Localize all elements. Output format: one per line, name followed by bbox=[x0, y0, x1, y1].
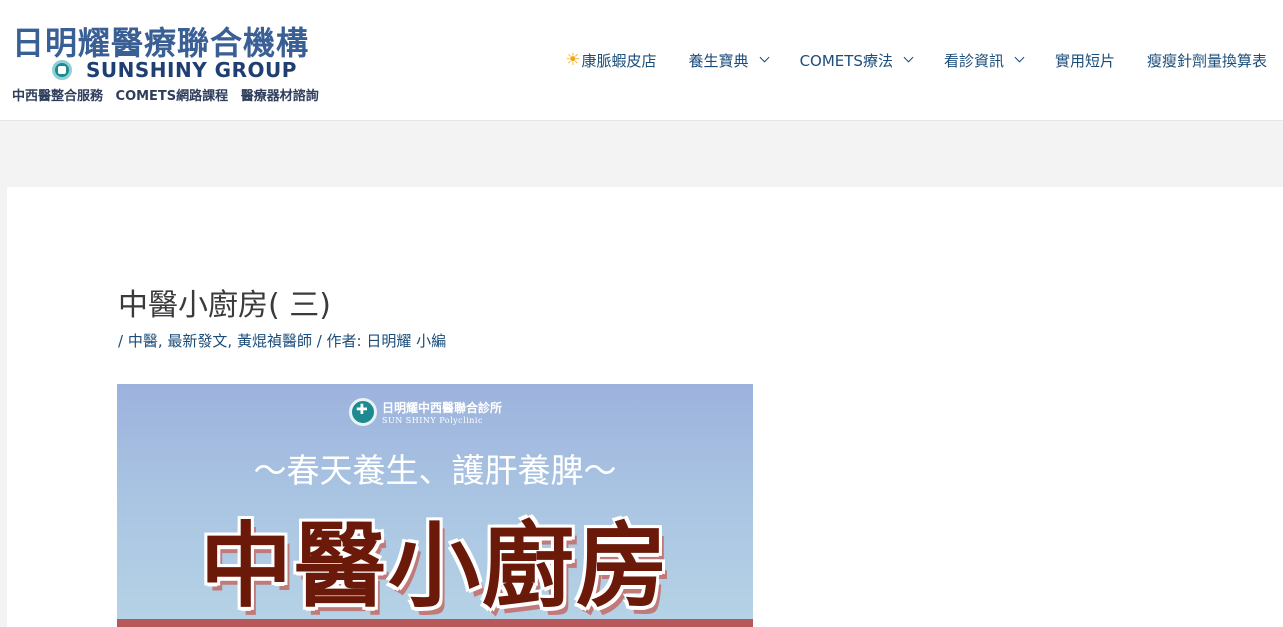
nav-item-label: COMETS療法 bbox=[799, 51, 893, 70]
nav-item-clinic-info[interactable]: 看診資訊 bbox=[928, 50, 1039, 71]
nav-item-videos[interactable]: 實用短片 bbox=[1039, 50, 1131, 71]
logo-emblem-icon bbox=[52, 60, 72, 80]
logo-group-name: SUNSHINY GROUP bbox=[86, 58, 297, 82]
featured-subtitle: ～春天養生、護肝養脾～ bbox=[253, 451, 617, 490]
nav-item-comets[interactable]: COMETS療法 bbox=[784, 50, 928, 71]
logo-services: 中西醫整合服務 COMETS網路課程 醫療器材諮詢 bbox=[12, 89, 319, 104]
author-link[interactable]: 日明耀 小編 bbox=[366, 332, 446, 350]
clinic-english-name: SUN SHINY Polyclinic bbox=[382, 416, 483, 425]
chevron-down-icon bbox=[903, 52, 914, 63]
logo-group-row: SUNSHINY GROUP bbox=[52, 58, 297, 82]
featured-bottom-bar bbox=[117, 619, 753, 627]
site-logo[interactable]: 日明耀醫療聯合機構 SUNSHINY GROUP 中西醫整合服務 COMETS網… bbox=[10, 16, 355, 106]
post-content: 中醫小廚房( 三) / 中醫, 最新發文, 黃焜禎醫師 / 作者: 日明耀 小編… bbox=[7, 187, 1283, 627]
meta-prefix: / bbox=[118, 332, 128, 350]
category-link-doctor[interactable]: 黃焜禎醫師 bbox=[237, 332, 312, 350]
meta-separator: , bbox=[227, 332, 237, 350]
post-meta: / 中醫, 最新發文, 黃焜禎醫師 / 作者: 日明耀 小編 bbox=[118, 330, 446, 351]
clinic-emblem-icon bbox=[349, 398, 377, 426]
nav-item-label: 實用短片 bbox=[1054, 51, 1115, 70]
nav-item-label: 養生寶典 bbox=[688, 51, 749, 70]
nav-item-label: 瘦瘦針劑量換算表 bbox=[1146, 51, 1267, 70]
nav-item-shopee[interactable]: ☀ 康脈蝦皮店 bbox=[549, 50, 672, 71]
chevron-down-icon bbox=[759, 52, 770, 63]
clinic-text: 日明耀中西醫聯合診所 SUN SHINY Polyclinic bbox=[382, 399, 502, 425]
meta-author-prefix: / 作者: bbox=[311, 332, 367, 350]
main-nav: ☀ 康脈蝦皮店 養生寶典 COMETS療法 看診資訊 實用短片 瘦瘦針劑量換算表 bbox=[549, 46, 1283, 74]
nav-item-health-guide[interactable]: 養生寶典 bbox=[673, 50, 784, 71]
nav-item-label: 康脈蝦皮店 bbox=[581, 51, 657, 70]
clinic-name: 日明耀中西醫聯合診所 bbox=[382, 401, 503, 415]
featured-headline: 中醫小廚房 bbox=[199, 513, 670, 620]
chevron-down-icon bbox=[1014, 52, 1025, 63]
sun-icon: ☀ bbox=[565, 50, 581, 70]
category-link-latest[interactable]: 最新發文 bbox=[167, 332, 227, 350]
clinic-badge: 日明耀中西醫聯合診所 SUN SHINY Polyclinic bbox=[349, 398, 502, 426]
category-link-tcm[interactable]: 中醫 bbox=[128, 332, 158, 350]
nav-item-dosage-table[interactable]: 瘦瘦針劑量換算表 bbox=[1131, 50, 1283, 71]
meta-separator: , bbox=[157, 332, 168, 350]
featured-image: 日明耀中西醫聯合診所 SUN SHINY Polyclinic ～春天養生、護肝… bbox=[117, 384, 753, 627]
site-header: 日明耀醫療聯合機構 SUNSHINY GROUP 中西醫整合服務 COMETS網… bbox=[0, 0, 1283, 121]
post-title: 中醫小廚房( 三) bbox=[118, 288, 331, 323]
nav-item-label: 看診資訊 bbox=[943, 51, 1004, 70]
